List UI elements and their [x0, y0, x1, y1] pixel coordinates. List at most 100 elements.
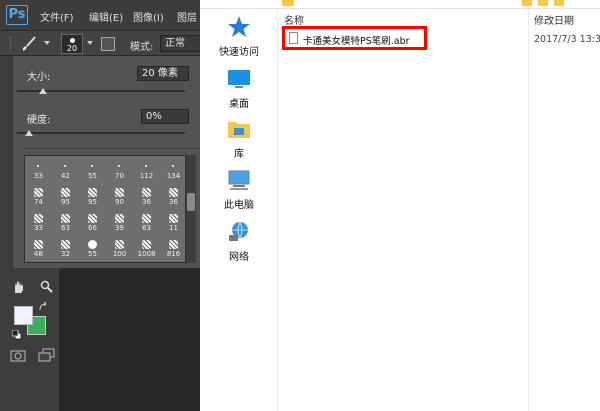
mode-select[interactable]: 正常	[160, 35, 200, 52]
explorer-address-strip	[200, 0, 600, 9]
column-header-date[interactable]: 修改日期	[534, 12, 574, 27]
menu-file[interactable]: 文件(F)	[40, 9, 74, 24]
brush-preset-size: 39	[115, 224, 124, 232]
brush-preset-cell[interactable]: 42	[52, 160, 79, 181]
brush-preset-size: 816	[166, 250, 181, 258]
default-colors-icon[interactable]	[12, 330, 22, 340]
brush-preset-size: 90	[115, 198, 124, 206]
brush-preset-cell[interactable]: 63	[133, 212, 160, 233]
foreground-color-swatch[interactable]	[14, 306, 33, 325]
column-header-name[interactable]: 名称	[284, 12, 304, 27]
brush-tip-icon	[34, 240, 43, 249]
network-icon	[229, 221, 248, 241]
menu-layer[interactable]: 图层	[177, 9, 197, 24]
explorer-navigation-pane: 快速访问 桌面 库 此电脑 网络	[200, 9, 278, 411]
brush-preset-size: 32	[61, 250, 70, 258]
brush-tool-icon[interactable]	[20, 36, 38, 52]
brush-preset-cell[interactable]: 39	[106, 212, 133, 233]
file-name: 卡通美女模特PS笔刷.abr	[303, 36, 410, 47]
brush-grid-scrollbar[interactable]	[186, 155, 196, 263]
ps-options-bar: 20 模式: 正常	[0, 30, 200, 56]
quick-mask-icon[interactable]	[10, 350, 26, 362]
nav-label: 桌面	[229, 99, 249, 110]
nav-item-this-pc[interactable]: 此电脑	[200, 168, 278, 216]
hardness-slider-thumb[interactable]	[25, 130, 33, 136]
brush-tip-icon	[169, 214, 178, 223]
nav-label: 库	[234, 149, 244, 160]
brush-preset-cell[interactable]: 11	[160, 212, 187, 233]
brush-preset-cell[interactable]: 816	[160, 238, 187, 259]
brush-tool-dropdown-caret[interactable]	[44, 41, 50, 45]
photoshop-window: Ps 文件(F) 编辑(E) 图像(I) 图层 20 模式: 正常 大小: 20…	[0, 0, 200, 411]
size-input[interactable]: 20 像素	[137, 66, 189, 81]
ps-logo: Ps	[6, 5, 28, 25]
brush-preset-picker[interactable]: 20	[61, 34, 83, 54]
brush-preset-cell[interactable]: 66	[79, 212, 106, 233]
brush-preset-size: 66	[88, 224, 97, 232]
brush-preset-size: 95	[88, 198, 97, 206]
column-separator[interactable]	[528, 9, 529, 411]
brush-preset-cell[interactable]: 95	[79, 186, 106, 207]
brush-panel-toggle-icon[interactable]	[101, 37, 115, 51]
brush-preset-cell[interactable]: 33	[25, 212, 52, 233]
zoom-tool-icon[interactable]	[40, 280, 53, 293]
brush-preset-size: 42	[61, 172, 70, 180]
desktop-icon	[228, 70, 250, 88]
brush-tip-icon	[64, 165, 66, 167]
brush-tip-icon	[61, 240, 70, 249]
brush-preset-grid: 33 42 55 70 112 134 74 95 95 90 36 36 33 63 66 39 63 11 48…	[24, 155, 186, 263]
brush-tip-icon	[61, 188, 70, 197]
mode-label: 模式:	[130, 42, 154, 53]
brush-preset-caret[interactable]	[87, 41, 93, 45]
size-slider-thumb[interactable]	[39, 88, 47, 94]
brush-tip-icon	[142, 188, 151, 197]
nav-item-library[interactable]: 库	[200, 117, 278, 165]
panel-divider	[25, 148, 200, 149]
brush-preset-size: 33	[34, 172, 43, 180]
brush-preset-cell[interactable]: 48	[25, 238, 52, 259]
brush-tip-icon	[34, 214, 43, 223]
brush-tip-icon	[34, 188, 43, 197]
brush-preset-cell[interactable]: 1008	[133, 238, 160, 259]
hardness-input[interactable]: 0%	[141, 109, 189, 124]
size-label: 大小:	[27, 72, 51, 83]
menu-image[interactable]: 图像(I)	[133, 9, 164, 24]
brush-preset-cell[interactable]: 63	[52, 212, 79, 233]
brush-preset-cell[interactable]: 74	[25, 186, 52, 207]
computer-icon	[228, 170, 250, 190]
brush-grid-scroll-thumb[interactable]	[187, 193, 195, 211]
nav-item-quick-access[interactable]: 快速访问	[200, 15, 278, 63]
brush-preset-size: 74	[34, 198, 43, 206]
brush-preset-cell[interactable]: 100	[106, 238, 133, 259]
ps-menu-bar: Ps 文件(F) 编辑(E) 图像(I) 图层	[0, 0, 200, 30]
hardness-slider-track[interactable]	[17, 132, 185, 134]
brush-preset-size: 112	[139, 172, 154, 180]
screen-mode-icon[interactable]	[38, 348, 56, 362]
brush-preset-cell[interactable]: 33	[25, 160, 52, 181]
brush-preset-cell[interactable]: 36	[160, 186, 187, 207]
nav-item-network[interactable]: 网络	[200, 220, 278, 268]
brush-preset-cell[interactable]: 32	[52, 238, 79, 259]
brush-preset-size: 100	[112, 250, 127, 258]
ps-canvas-area	[60, 268, 200, 411]
brush-tip-icon	[115, 188, 124, 197]
brush-tip-icon	[118, 165, 120, 167]
hand-tool-icon[interactable]	[12, 280, 26, 294]
brush-tip-icon	[88, 188, 97, 197]
brush-preset-cell[interactable]: 55	[79, 238, 106, 259]
file-row-highlighted[interactable]: 卡通美女模特PS笔刷.abr	[282, 26, 427, 50]
menu-edit[interactable]: 编辑(E)	[89, 9, 123, 24]
brush-preset-cell[interactable]: 95	[52, 186, 79, 207]
brush-preset-cell[interactable]: 36	[133, 186, 160, 207]
brush-preset-cell[interactable]: 70	[106, 160, 133, 181]
hardness-label: 硬度:	[27, 115, 51, 126]
options-grip	[10, 37, 12, 51]
brush-preset-size: 48	[34, 250, 43, 258]
brush-preset-size: 55	[88, 250, 97, 258]
brush-preset-cell[interactable]: 55	[79, 160, 106, 181]
nav-item-desktop[interactable]: 桌面	[200, 67, 278, 115]
swap-colors-icon[interactable]	[38, 302, 48, 312]
brush-preset-cell[interactable]: 134	[160, 160, 187, 181]
brush-preset-cell[interactable]: 90	[106, 186, 133, 207]
brush-preset-cell[interactable]: 112	[133, 160, 160, 181]
